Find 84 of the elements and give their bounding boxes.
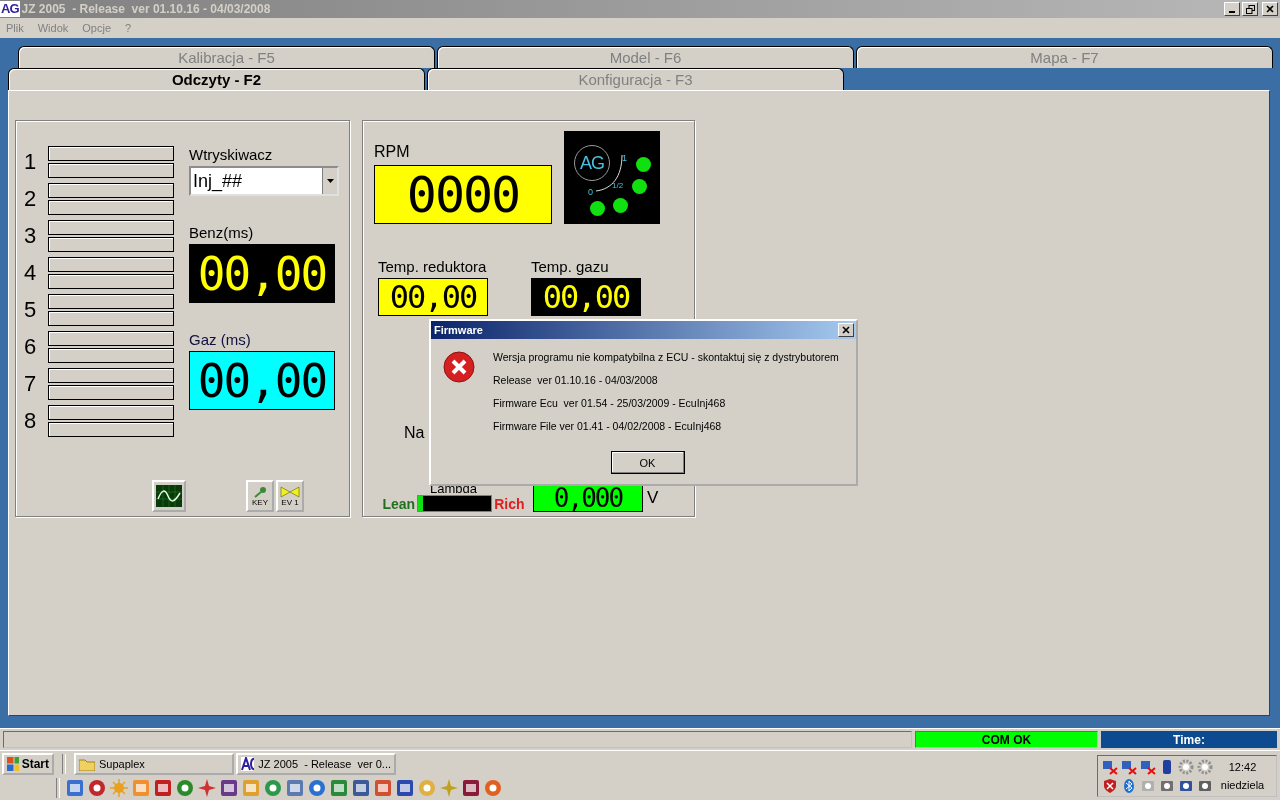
tab[interactable]: Odczyty - F2 xyxy=(8,68,425,90)
windows-logo-icon[interactable] xyxy=(7,757,19,771)
valve-button[interactable]: EV 1 xyxy=(276,480,304,512)
injector-number: 1 xyxy=(24,149,38,175)
injector-dropdown[interactable]: Inj_## xyxy=(189,166,339,196)
app-logo-icon[interactable] xyxy=(241,757,255,771)
minimize-button[interactable] xyxy=(1224,2,1240,16)
lamp-icon xyxy=(590,201,605,216)
app-icon[interactable] xyxy=(264,779,282,797)
field-label: Temp. reduktora xyxy=(378,258,488,276)
lamp-icon xyxy=(632,179,647,194)
field-label: Benz(ms) xyxy=(189,224,255,242)
app-icon[interactable] xyxy=(88,779,106,797)
tray-icon[interactable] xyxy=(1102,758,1118,775)
app-logo: AG xyxy=(0,1,20,17)
key-button[interactable]: KEY xyxy=(246,480,274,512)
unit-label: V xyxy=(647,488,659,508)
field-label: Wtryskiwacz xyxy=(189,146,274,164)
app-icon[interactable] xyxy=(396,779,414,797)
app-icon[interactable] xyxy=(352,779,370,797)
app-icon[interactable] xyxy=(286,779,304,797)
field-label: Na xyxy=(404,424,425,442)
taskbar-button[interactable]: JZ 2005 - Release ver 0... xyxy=(236,753,396,775)
field-label: Gaz (ms) xyxy=(189,331,252,349)
close-button[interactable] xyxy=(1262,2,1278,16)
digital-display: 0,000 xyxy=(533,484,643,512)
app-icon[interactable] xyxy=(484,779,502,797)
clock-time: 12:42 xyxy=(1228,761,1257,773)
digital-display: 00,00 xyxy=(189,244,335,303)
error-icon xyxy=(443,351,475,383)
scale-mark: 1/2 xyxy=(612,181,624,191)
digital-display: 00,00 xyxy=(189,351,335,410)
rich-label: Rich xyxy=(494,495,525,512)
message-text: Firmware Ecu ver 01.54 - 25/03/2009 - EcuInj468 xyxy=(493,397,727,409)
lamp-icon xyxy=(636,157,651,172)
valve-icon[interactable] xyxy=(280,485,300,498)
injector-number: 2 xyxy=(24,186,38,212)
digital-display: 00,00 xyxy=(378,278,488,316)
close-icon[interactable] xyxy=(1266,5,1274,13)
time-status: Time: xyxy=(1101,731,1277,748)
injector-number: 4 xyxy=(24,260,38,286)
connection-status: COM OK xyxy=(915,731,1098,748)
field-label: Lambda xyxy=(430,482,477,495)
close-button[interactable] xyxy=(838,323,854,337)
message-text: Wersja programu nie kompatybilna z ECU - skontaktuj się z dystrybutorem xyxy=(493,351,839,363)
tray-icon[interactable] xyxy=(1121,777,1137,794)
tray-icon[interactable] xyxy=(1140,758,1156,775)
app-icon[interactable] xyxy=(220,779,238,797)
app-icon[interactable] xyxy=(154,779,172,797)
oscilloscope-button[interactable] xyxy=(152,480,186,512)
start-button[interactable]: Start xyxy=(2,753,54,775)
app-icon[interactable] xyxy=(66,779,84,797)
taskbar-button[interactable]: Supaplex xyxy=(74,753,234,775)
app-icon[interactable] xyxy=(308,779,326,797)
injector-number: 8 xyxy=(24,408,38,434)
app-icon[interactable] xyxy=(330,779,348,797)
ok-button[interactable]: OK xyxy=(610,451,685,474)
injector-number: 5 xyxy=(24,297,38,323)
key-icon[interactable] xyxy=(253,485,267,498)
injector-number: 7 xyxy=(24,371,38,397)
field-label: RPM xyxy=(374,143,411,161)
message-text: Firmware File ver 01.41 - 04/02/2008 - EcuInj468 xyxy=(493,420,723,432)
scale-mark: 0 xyxy=(588,187,593,197)
app-icon[interactable] xyxy=(176,779,194,797)
tray-icon[interactable] xyxy=(1121,758,1137,775)
clock-day: niedziela xyxy=(1220,779,1265,791)
dialog-title: Firmware xyxy=(434,324,483,336)
tray-icon[interactable] xyxy=(1102,777,1118,794)
injector-number: 3 xyxy=(24,223,38,249)
app-icon[interactable] xyxy=(198,779,216,797)
lean-label: Lean xyxy=(382,495,416,512)
message-text: Release ver 01.10.16 - 04/03/2008 xyxy=(493,374,659,386)
injector-number: 6 xyxy=(24,334,38,360)
tray-icon[interactable] xyxy=(1178,758,1194,775)
lamp-icon xyxy=(613,198,628,213)
digital-display: 0000 xyxy=(374,165,552,224)
field-label: Temp. gazu xyxy=(531,258,610,276)
app-icon[interactable] xyxy=(462,779,480,797)
digital-display: 00,00 xyxy=(531,278,641,316)
scale-mark: 1 xyxy=(622,153,627,163)
close-icon[interactable] xyxy=(842,326,850,334)
tray-icon[interactable] xyxy=(1197,758,1213,775)
app-icon[interactable] xyxy=(374,779,392,797)
window-title: JZ 2005 - Release ver 01.10.16 - 04/03/2008 xyxy=(21,2,271,16)
